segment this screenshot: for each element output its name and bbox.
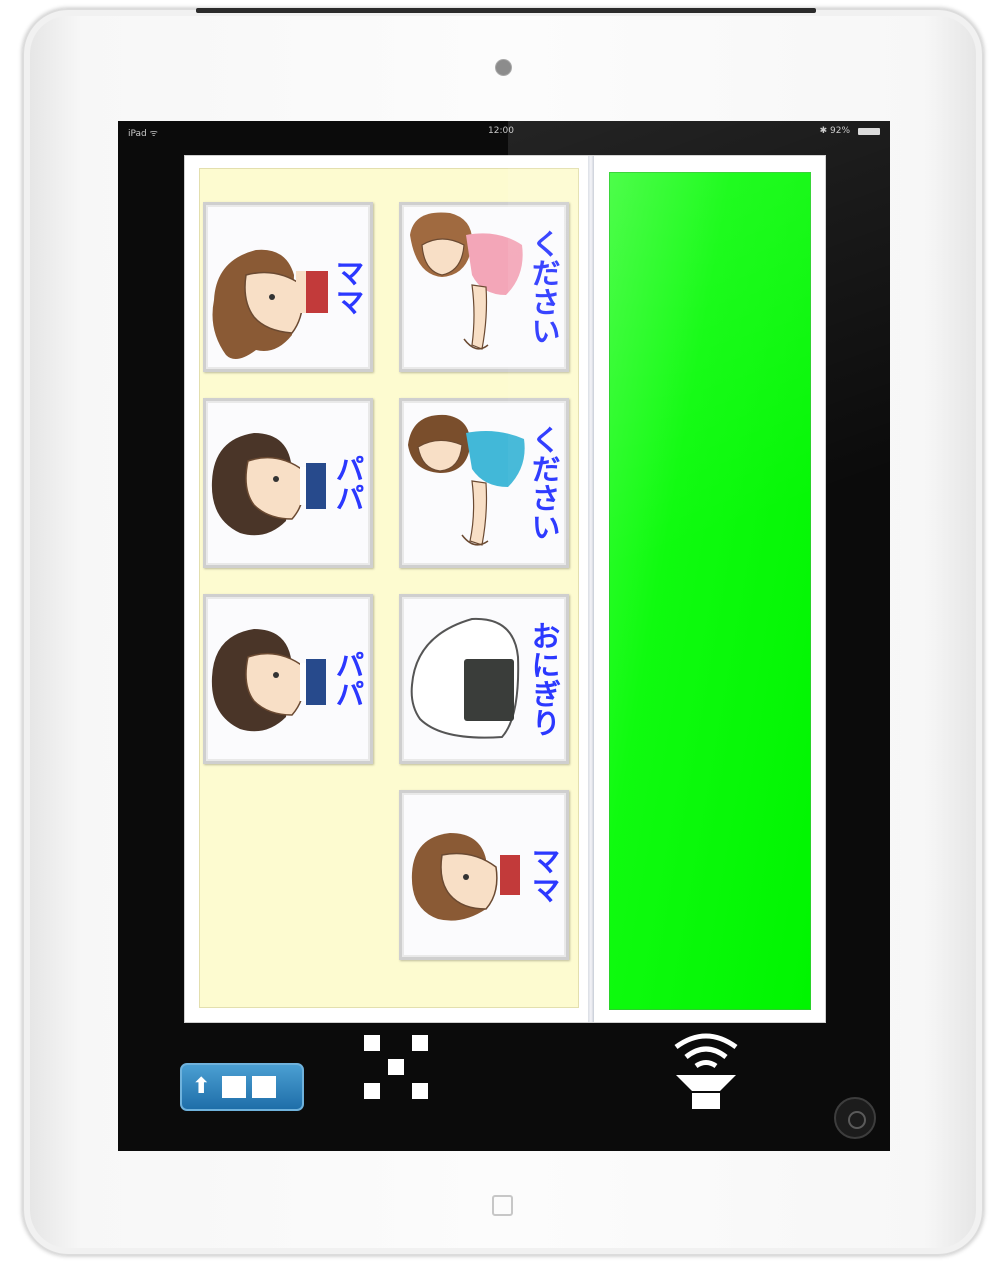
panel-divider (588, 156, 594, 1022)
checker-square (412, 1083, 428, 1099)
home-button[interactable] (492, 1195, 513, 1216)
card-kudasai-boy[interactable]: ください (399, 398, 569, 568)
card-onigiri[interactable]: おにぎり (399, 594, 569, 764)
clock-label: 12:00 (488, 126, 514, 136)
card-mama-2[interactable]: ママ (399, 790, 569, 960)
card-label: パパ (331, 650, 365, 708)
toolbar: ⬆ (118, 1021, 890, 1151)
battery-icon (858, 128, 880, 135)
app-panel: ママ ください パパ ください パパ おにぎり ママ (184, 155, 826, 1023)
picture-card-board: ママ ください パパ ください パパ おにぎり ママ (199, 168, 579, 1008)
card-label: ママ (527, 846, 561, 904)
speaker-icon (674, 1033, 738, 1109)
card-label: ください (527, 229, 561, 345)
card-slot-icon (222, 1076, 246, 1098)
phrase-button[interactable]: ⬆ (180, 1063, 304, 1111)
camera-icon (495, 59, 512, 76)
checker-square (388, 1059, 404, 1075)
card-label: パパ (331, 454, 365, 512)
battery-label: ✱ 92% (819, 126, 850, 136)
message-area[interactable] (609, 172, 811, 1010)
status-bar: iPad ᯤ 12:00 ✱ 92% (118, 121, 890, 143)
carrier-label: iPad ᯤ (128, 129, 158, 139)
speak-button[interactable] (668, 1029, 744, 1113)
tablet-screen: iPad ᯤ 12:00 ✱ 92% ママ ください パパ ください パパ おに… (118, 121, 890, 1151)
card-papa[interactable]: パパ (203, 398, 373, 568)
card-label: ください (527, 425, 561, 541)
card-papa-2[interactable]: パパ (203, 594, 373, 764)
card-slot-icon (252, 1076, 276, 1098)
card-label: おにぎり (527, 621, 561, 737)
up-arrow-icon: ⬆ (192, 1074, 211, 1099)
checker-square (412, 1035, 428, 1051)
clear-button[interactable] (364, 1035, 428, 1101)
assistive-touch-button[interactable] (834, 1097, 876, 1139)
checker-square (364, 1083, 380, 1099)
checker-clear-icon (364, 1035, 380, 1051)
card-kudasai-girl[interactable]: ください (399, 202, 569, 372)
tablet-top-edge (196, 8, 816, 13)
card-mama[interactable]: ママ (203, 202, 373, 372)
card-label: ママ (331, 258, 365, 316)
